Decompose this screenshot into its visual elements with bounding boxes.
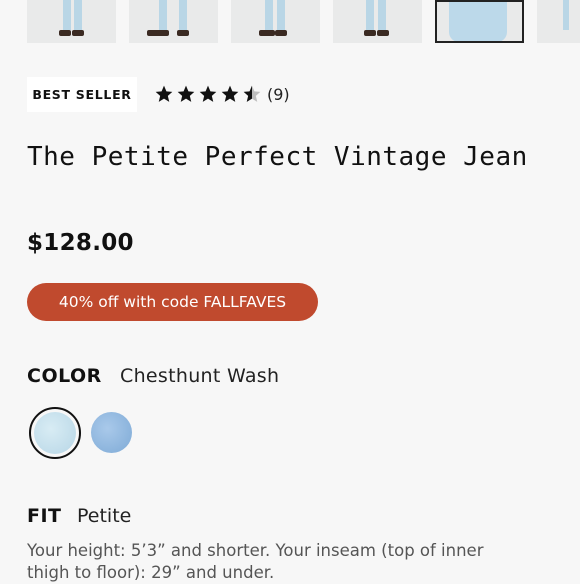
thumbnail-2[interactable] xyxy=(129,0,218,43)
thumbnail-jean-leg xyxy=(74,0,82,30)
thumbnail-jean-leg xyxy=(277,0,285,30)
thumbnail-shoe xyxy=(59,30,71,36)
thumbnail-6[interactable] xyxy=(537,0,580,43)
product-title: The Petite Perfect Vintage Jean xyxy=(27,142,528,172)
review-count-link[interactable]: (9) xyxy=(267,85,290,104)
thumbnail-jean-leg xyxy=(63,0,71,30)
best-seller-badge: BEST SELLER xyxy=(27,77,137,112)
thumbnail-jean-leg xyxy=(159,0,167,30)
thumbnail-shoe xyxy=(364,30,376,36)
thumbnail-shoe xyxy=(147,30,169,36)
color-swatch-selected[interactable] xyxy=(29,407,81,459)
selected-color-name: Chesthunt Wash xyxy=(120,365,280,387)
star-icon xyxy=(155,85,173,102)
star-icon xyxy=(199,85,217,102)
half-star-icon xyxy=(243,85,261,102)
thumbnail-jean-leg xyxy=(378,0,386,30)
fit-value: Petite xyxy=(77,505,132,527)
thumbnail-jean-leg xyxy=(179,0,187,30)
thumbnail-4[interactable] xyxy=(333,0,422,43)
star-icon xyxy=(221,85,239,102)
color-swatch[interactable] xyxy=(91,412,132,453)
thumbnail-shoe xyxy=(72,30,84,36)
thumbnail-jean-leg xyxy=(366,0,374,30)
thumbnail-jean-closeup xyxy=(449,2,507,41)
thumbnail-shoe xyxy=(275,30,287,36)
color-swatch-fill xyxy=(34,412,76,454)
thumbnail-shoe xyxy=(177,30,189,36)
thumbnail-jean-leg xyxy=(563,0,569,30)
fit-description: Your height: 5’3” and shorter. Your inse… xyxy=(27,541,484,582)
promo-code-banner: 40% off with code FALLFAVES xyxy=(27,283,318,321)
thumbnail-1[interactable] xyxy=(27,0,116,43)
thumbnail-jean-leg xyxy=(265,0,273,30)
color-label: COLOR xyxy=(27,365,102,387)
thumbnail-3[interactable] xyxy=(231,0,320,43)
image-thumbnails xyxy=(27,0,580,43)
fit-label: FIT xyxy=(27,505,62,527)
rating-stars[interactable] xyxy=(154,84,262,104)
thumbnail-5-selected[interactable] xyxy=(435,0,524,43)
star-icon xyxy=(177,85,195,102)
thumbnail-shoe xyxy=(377,30,389,36)
thumbnail-shoe xyxy=(259,30,275,36)
product-price: $128.00 xyxy=(27,230,134,256)
